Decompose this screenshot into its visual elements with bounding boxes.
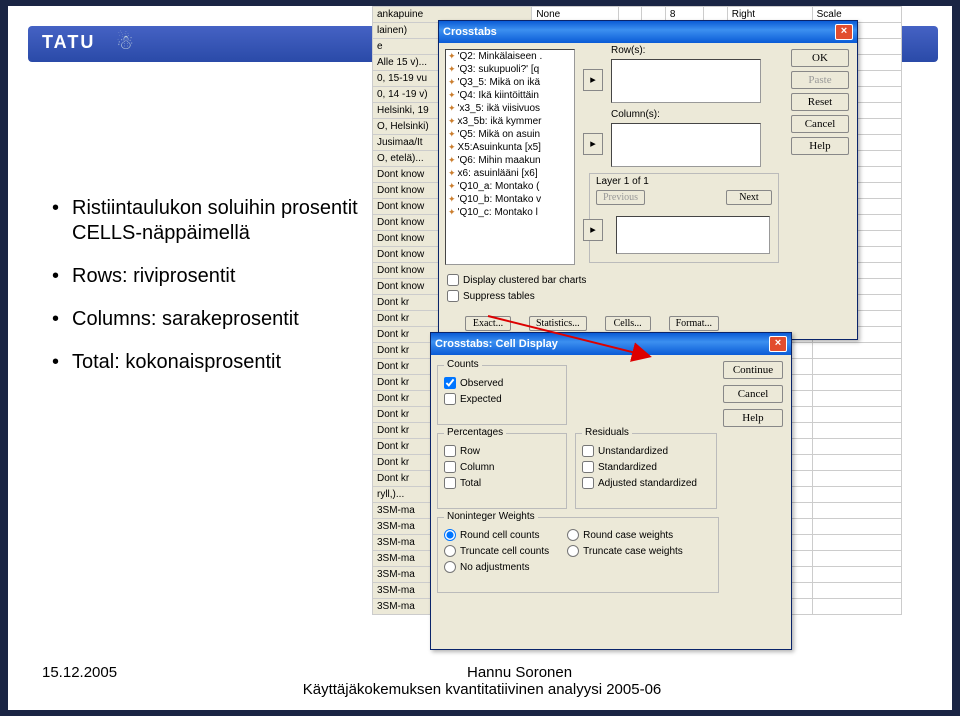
column-percent-checkbox[interactable]: Column (444, 460, 560, 474)
variable-item[interactable]: ✦'Q10_a: Montako ( (446, 180, 574, 193)
variable-item[interactable]: ✦'Q10_b: Montako v (446, 193, 574, 206)
variable-item[interactable]: ✦'x3_5: ikä viisivuos (446, 102, 574, 115)
statistics-button[interactable]: Statistics... (529, 316, 587, 331)
paste-button[interactable]: Paste (791, 71, 849, 89)
layer-listbox[interactable] (616, 216, 770, 254)
round-case-radio[interactable]: Round case weights (567, 528, 683, 542)
bullet-item: Columns: sarakeprosentit (48, 307, 378, 332)
move-to-layer-button[interactable]: ▸ (583, 219, 603, 241)
rows-listbox[interactable] (611, 59, 761, 103)
columns-label: Column(s): (611, 109, 660, 120)
round-cell-radio[interactable]: Round cell counts (444, 528, 549, 542)
format-button[interactable]: Format... (669, 316, 719, 331)
variable-item[interactable]: ✦'Q10_c: Montako l (446, 206, 574, 219)
cell-display-dialog: Crosstabs: Cell Display × Counts Observe… (430, 332, 792, 650)
mascot-icon: ☃ (116, 30, 134, 55)
bullet-item: Rows: riviprosentit (48, 264, 378, 289)
total-percent-checkbox[interactable]: Total (444, 476, 560, 490)
help-button[interactable]: Help (791, 137, 849, 155)
move-to-rows-button[interactable]: ▸ (583, 69, 603, 91)
cell-display-title: Crosstabs: Cell Display (435, 333, 558, 355)
bullet-item: Ristiintaulukon soluihin prosentit CELLS… (48, 196, 378, 246)
variable-item[interactable]: ✦'Q6: Mihin maakun (446, 154, 574, 167)
unstd-checkbox[interactable]: Unstandardized (582, 444, 710, 458)
source-variable-list[interactable]: ✦'Q2: Minkälaiseen .✦'Q3: sukupuoli?' [q… (445, 49, 575, 265)
cell-cancel-button[interactable]: Cancel (723, 385, 783, 403)
row-percent-checkbox[interactable]: Row (444, 444, 560, 458)
variable-item[interactable]: ✦'Q3: sukupuoli?' [q (446, 63, 574, 76)
layer-group: Layer 1 of 1 Previous Next (589, 173, 779, 263)
cancel-button[interactable]: Cancel (791, 115, 849, 133)
move-to-cols-button[interactable]: ▸ (583, 133, 603, 155)
no-adjust-radio[interactable]: No adjustments (444, 560, 549, 574)
variable-item[interactable]: ✦x6: asuinlääni [x6] (446, 167, 574, 180)
variable-item[interactable]: ✦X5:Asuinkunta [x5] (446, 141, 574, 154)
cell-help-button[interactable]: Help (723, 409, 783, 427)
variable-item[interactable]: ✦'Q2: Minkälaiseen . (446, 50, 574, 63)
truncate-case-radio[interactable]: Truncate case weights (567, 544, 683, 558)
expected-checkbox[interactable]: Expected (444, 392, 560, 406)
continue-button[interactable]: Continue (723, 361, 783, 379)
crosstabs-dialog: Crosstabs × ✦'Q2: Minkälaiseen .✦'Q3: su… (438, 20, 858, 340)
ok-button[interactable]: OK (791, 49, 849, 67)
columns-listbox[interactable] (611, 123, 761, 167)
crosstabs-title: Crosstabs (443, 21, 497, 43)
exact-button[interactable]: Exact... (465, 316, 511, 331)
observed-checkbox[interactable]: Observed (444, 376, 560, 390)
variable-item[interactable]: ✦x3_5b: ikä kymmer (446, 115, 574, 128)
cells-button[interactable]: Cells... (605, 316, 651, 331)
variable-item[interactable]: ✦'Q4: Ikä kiintöittäin (446, 89, 574, 102)
footer-author: Hannu Soronen (467, 664, 572, 681)
close-icon[interactable]: × (769, 336, 787, 352)
variable-item[interactable]: ✦'Q3_5: Mikä on ikä (446, 76, 574, 89)
residuals-group-label: Residuals (582, 427, 632, 438)
close-icon[interactable]: × (835, 24, 853, 40)
footer-course: Käyttäjäkokemuksen kvantitatiivinen anal… (303, 681, 662, 698)
reset-button[interactable]: Reset (791, 93, 849, 111)
bullet-item: Total: kokonaisprosentit (48, 350, 378, 375)
adj-checkbox[interactable]: Adjusted standardized (582, 476, 710, 490)
suppress-tables-checkbox[interactable]: Suppress tables (447, 289, 586, 303)
previous-button[interactable]: Previous (596, 190, 645, 205)
truncate-cell-radio[interactable]: Truncate cell counts (444, 544, 549, 558)
slide-bullets: Ristiintaulukon soluihin prosentit CELLS… (48, 196, 378, 393)
display-bar-checkbox[interactable]: Display clustered bar charts (447, 273, 586, 287)
footer-date: 15.12.2005 (42, 664, 117, 681)
std-checkbox[interactable]: Standardized (582, 460, 710, 474)
counts-group-label: Counts (444, 359, 482, 370)
variable-item[interactable]: ✦'Q5: Mikä on asuin (446, 128, 574, 141)
percentages-group-label: Percentages (444, 427, 506, 438)
rows-label: Row(s): (611, 45, 645, 56)
weights-group-label: Noninteger Weights (444, 511, 538, 522)
next-button[interactable]: Next (726, 190, 772, 205)
logo: TATU (42, 32, 95, 53)
layer-label: Layer 1 of 1 (596, 176, 649, 187)
